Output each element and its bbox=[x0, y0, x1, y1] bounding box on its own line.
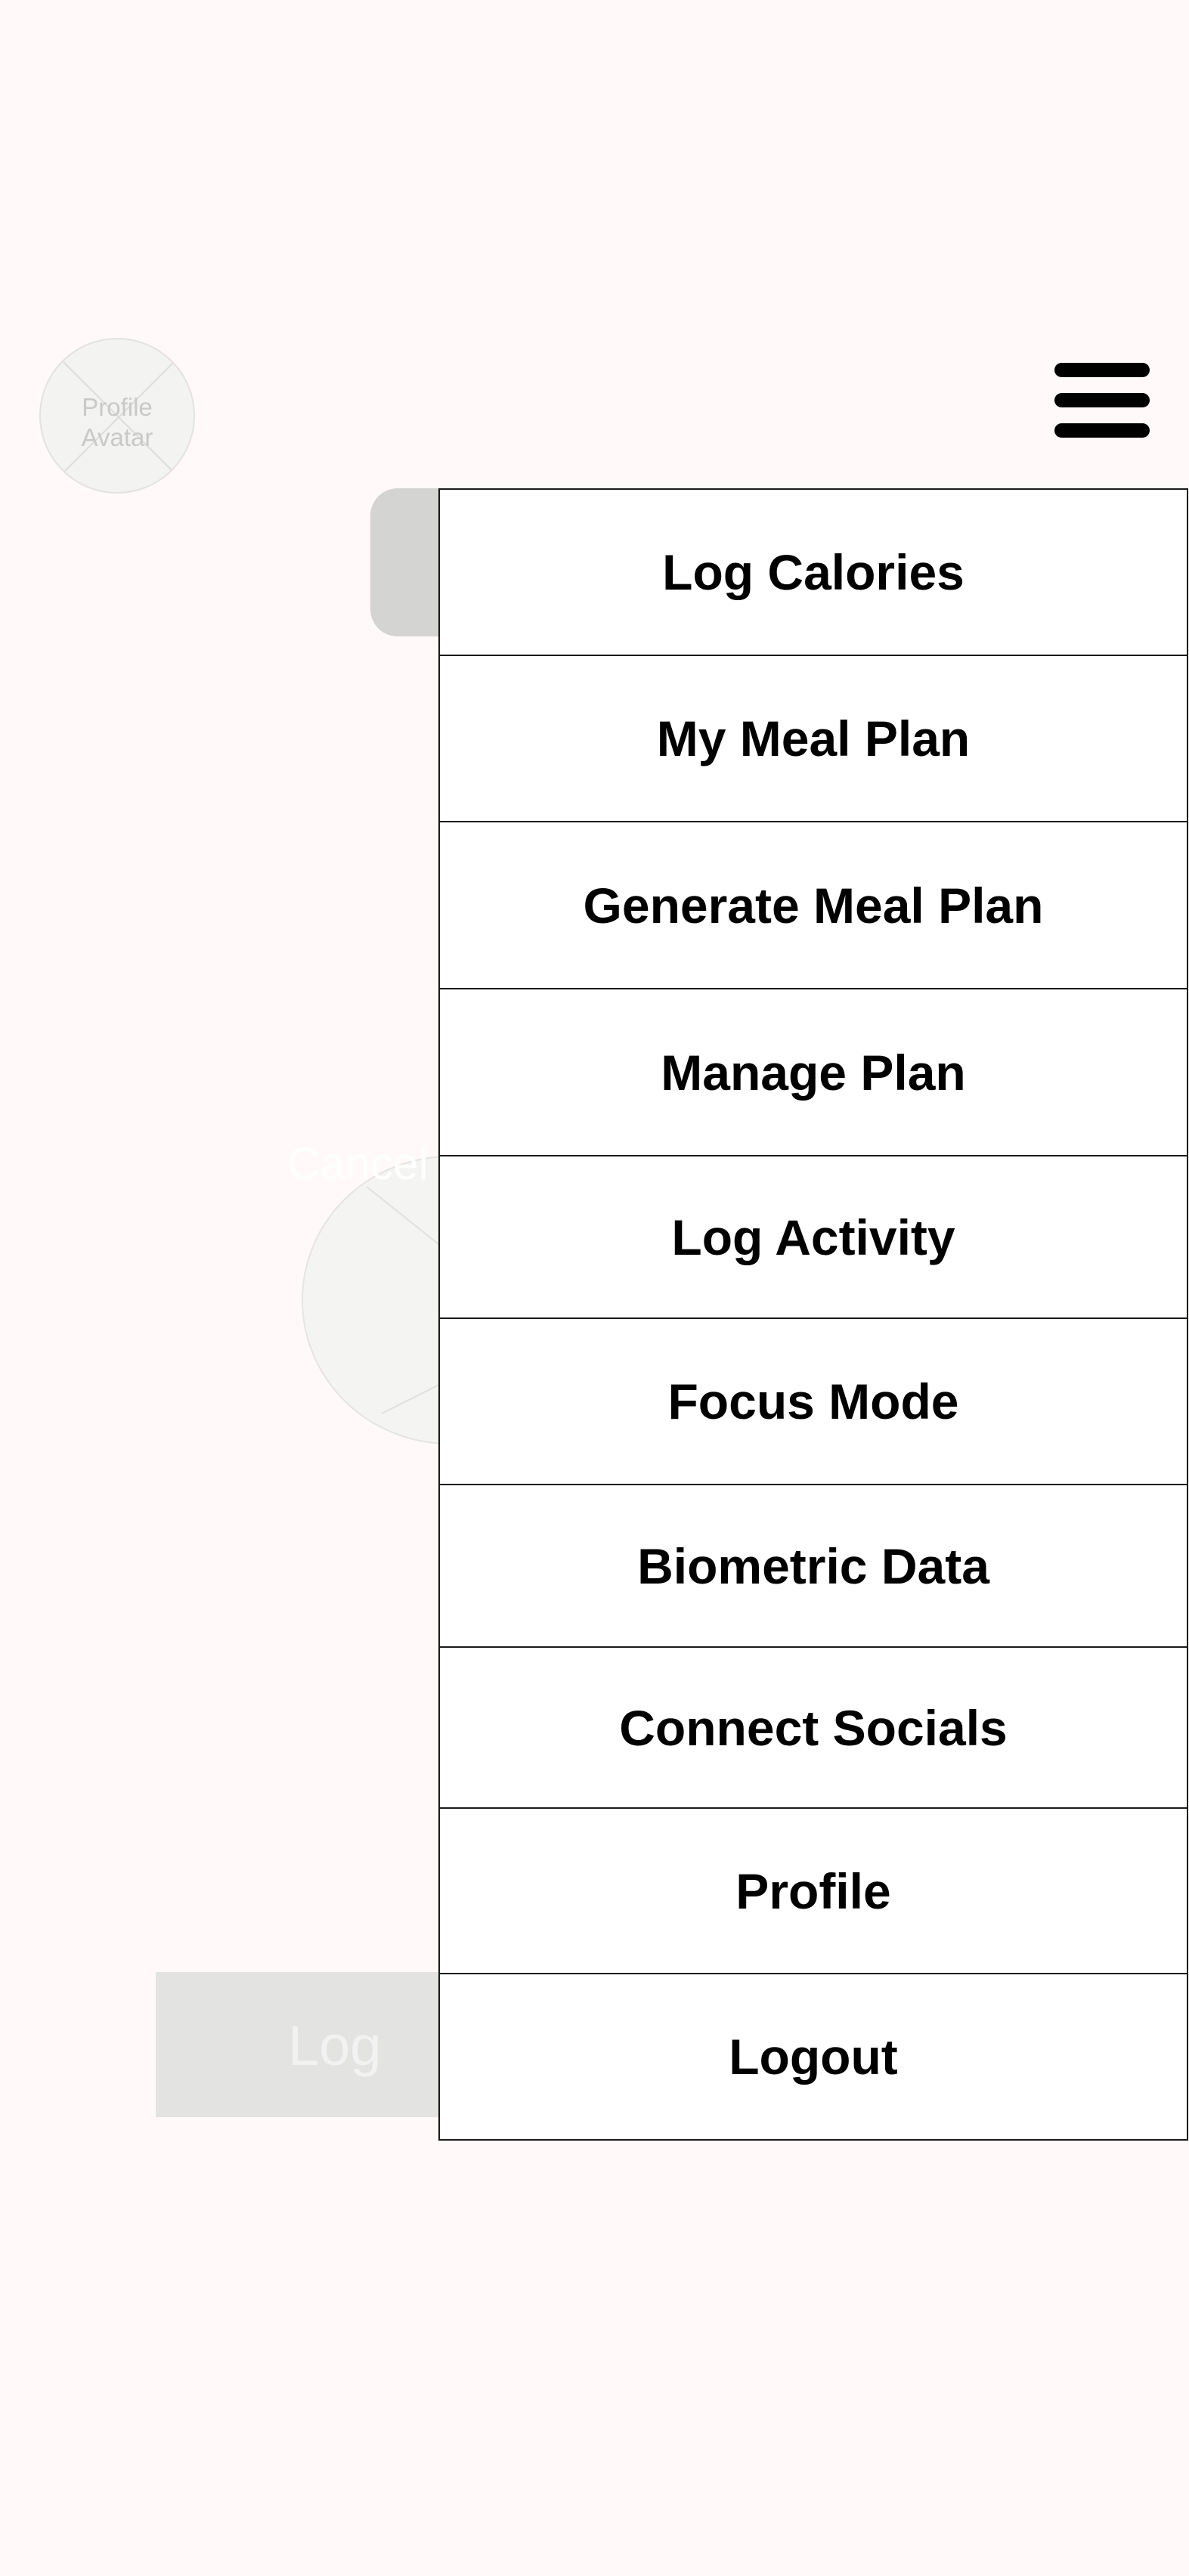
navigation-menu: Log Calories My Meal Plan Generate Meal … bbox=[438, 488, 1188, 2141]
profile-avatar[interactable]: Profile Avatar bbox=[39, 338, 195, 494]
background-log-button: Log bbox=[156, 1972, 473, 2117]
menu-item-log-activity[interactable]: Log Activity bbox=[440, 1156, 1187, 1319]
menu-item-connect-socials[interactable]: Connect Socials bbox=[440, 1648, 1187, 1809]
menu-item-biometric-data[interactable]: Biometric Data bbox=[440, 1485, 1187, 1648]
menu-item-profile[interactable]: Profile bbox=[440, 1809, 1187, 1974]
menu-item-focus-mode[interactable]: Focus Mode bbox=[440, 1319, 1187, 1485]
menu-item-log-calories[interactable]: Log Calories bbox=[440, 490, 1187, 656]
menu-item-generate-meal-plan[interactable]: Generate Meal Plan bbox=[440, 822, 1187, 989]
menu-item-my-meal-plan[interactable]: My Meal Plan bbox=[440, 656, 1187, 822]
menu-item-manage-plan[interactable]: Manage Plan bbox=[440, 989, 1187, 1156]
hamburger-menu-icon[interactable] bbox=[1054, 363, 1150, 438]
menu-item-logout[interactable]: Logout bbox=[440, 1974, 1187, 2139]
avatar-label: Profile Avatar bbox=[81, 393, 153, 451]
background-log-label: Log bbox=[288, 2014, 382, 2077]
background-cancel-button: Cancel bbox=[287, 1138, 429, 1189]
